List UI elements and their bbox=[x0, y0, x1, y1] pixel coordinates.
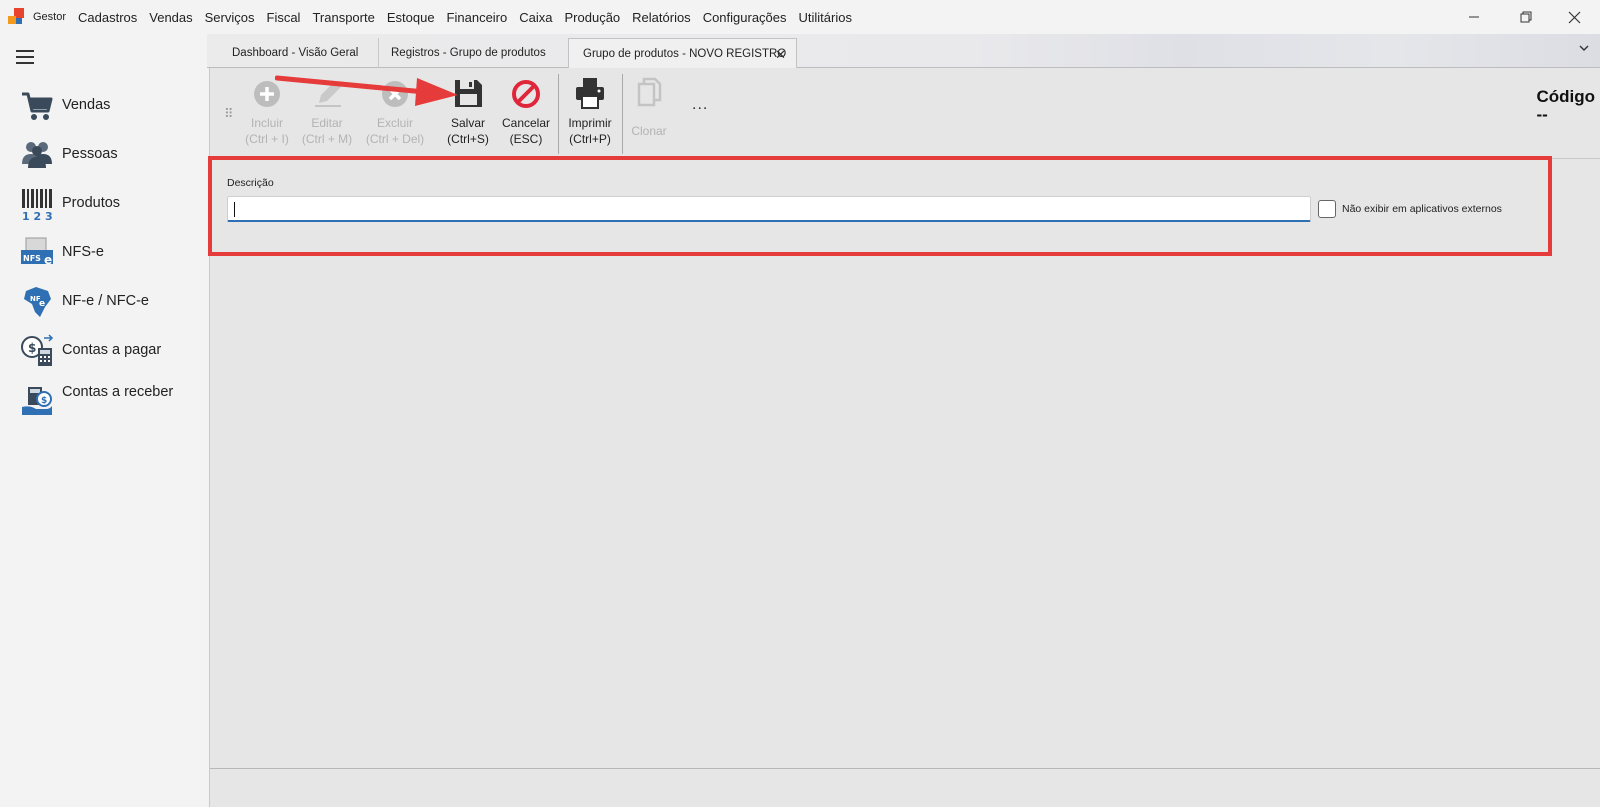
menu-item-configuracoes[interactable]: Configurações bbox=[703, 10, 787, 25]
sidebar-item-label: Pessoas bbox=[62, 146, 118, 162]
toolbar-separator bbox=[558, 74, 559, 154]
menu-item-gestor[interactable]: Gestor bbox=[33, 11, 66, 23]
sidebar-item-vendas[interactable]: Vendas bbox=[20, 89, 200, 123]
button-shortcut: (Ctrl+P) bbox=[569, 132, 611, 146]
minimize-icon bbox=[1469, 16, 1479, 18]
sidebar-item-produtos[interactable]: 1 2 3 Produtos bbox=[20, 187, 200, 221]
menu-item-fiscal[interactable]: Fiscal bbox=[267, 10, 301, 25]
svg-text:e: e bbox=[39, 299, 45, 309]
button-label: Cancelar bbox=[501, 116, 551, 130]
menu-item-utilitarios[interactable]: Utilitários bbox=[799, 10, 852, 25]
app-logo-icon bbox=[8, 8, 24, 24]
menu-item-transporte[interactable]: Transporte bbox=[312, 10, 374, 25]
menu-item-vendas[interactable]: Vendas bbox=[149, 10, 192, 25]
svg-text:1 2 3: 1 2 3 bbox=[22, 210, 53, 221]
close-tab-icon[interactable]: ✕ bbox=[775, 47, 786, 63]
button-label: Incluir bbox=[250, 116, 283, 130]
sidebar: Vendas Pessoas 1 2 3 Produtos NFS e NFS-… bbox=[0, 34, 207, 807]
button-label: Excluir bbox=[376, 116, 413, 130]
button-shortcut: (Ctrl + I) bbox=[245, 132, 289, 146]
close-icon bbox=[1568, 11, 1580, 23]
people-icon bbox=[22, 142, 52, 168]
svg-text:NFS: NFS bbox=[23, 254, 41, 263]
restore-button[interactable] bbox=[1500, 0, 1552, 34]
sidebar-item-contas-receber[interactable]: $ Contas a receber bbox=[20, 383, 200, 417]
button-label: Editar bbox=[311, 116, 343, 130]
tab-dashboard[interactable]: Dashboard - Visão Geral bbox=[207, 38, 379, 68]
button-shortcut: (Ctrl + Del) bbox=[365, 132, 425, 146]
barcode-icon: 1 2 3 bbox=[22, 189, 53, 221]
svg-text:$: $ bbox=[28, 341, 36, 355]
sidebar-item-label: Contas a receber bbox=[62, 384, 174, 400]
sidebar-item-label: NFS-e bbox=[62, 244, 104, 260]
imprimir-button[interactable]: Imprimir (Ctrl+P) bbox=[562, 76, 618, 147]
sidebar-item-pessoas[interactable]: Pessoas bbox=[20, 138, 200, 172]
sidebar-item-label: Produtos bbox=[62, 195, 121, 211]
copy-icon bbox=[637, 77, 662, 107]
receive-money-icon: $ bbox=[22, 387, 52, 415]
sidebar-item-nfse[interactable]: NFS e NFS-e bbox=[20, 236, 200, 270]
nfse-icon: NFS e bbox=[21, 237, 53, 267]
minimize-button[interactable] bbox=[1448, 0, 1500, 34]
button-shortcut: (Ctrl + M) bbox=[301, 132, 353, 146]
calculator-money-icon: $ bbox=[21, 334, 54, 366]
svg-text:$: $ bbox=[41, 396, 47, 406]
annotation-highlight-box bbox=[208, 156, 1552, 256]
button-label: Clonar bbox=[631, 124, 667, 138]
status-bar bbox=[210, 768, 1600, 807]
menu-item-financeiro[interactable]: Financeiro bbox=[447, 10, 508, 25]
menu-item-cadastros[interactable]: Cadastros bbox=[78, 10, 137, 25]
sidebar-item-contas-pagar[interactable]: $ Contas a pagar bbox=[20, 334, 200, 368]
annotation-arrow-icon bbox=[275, 75, 458, 106]
menu-item-caixa[interactable]: Caixa bbox=[519, 10, 552, 25]
tab-label: Dashboard - Visão Geral bbox=[232, 47, 359, 59]
more-options-button[interactable]: ... bbox=[692, 96, 708, 114]
tab-label: Registros - Grupo de produtos bbox=[391, 47, 546, 59]
restore-icon bbox=[1520, 11, 1532, 23]
button-label: Imprimir bbox=[568, 116, 612, 130]
shopping-cart-icon bbox=[22, 92, 53, 120]
close-window-button[interactable] bbox=[1548, 0, 1600, 34]
clonar-button[interactable]: Clonar bbox=[626, 76, 672, 139]
sidebar-item-label: Contas a pagar bbox=[62, 342, 162, 358]
title-bar: Gestor Cadastros Vendas Serviços Fiscal … bbox=[0, 0, 1600, 34]
sidebar-item-label: Vendas bbox=[62, 97, 111, 113]
hamburger-menu-icon[interactable] bbox=[16, 50, 34, 64]
tab-registros[interactable]: Registros - Grupo de produtos bbox=[380, 38, 564, 68]
menu-bar: Gestor Cadastros Vendas Serviços Fiscal … bbox=[33, 0, 864, 34]
button-label: Salvar bbox=[450, 116, 485, 130]
cancel-icon bbox=[512, 80, 540, 108]
menu-item-relatorios[interactable]: Relatórios bbox=[632, 10, 691, 25]
codigo-value: -- bbox=[1536, 105, 1548, 124]
sidebar-item-label: NF-e / NFC-e bbox=[62, 293, 149, 309]
button-shortcut: (Ctrl+S) bbox=[447, 132, 489, 146]
menu-item-servicos[interactable]: Serviços bbox=[205, 10, 255, 25]
menu-item-producao[interactable]: Produção bbox=[565, 10, 621, 25]
button-shortcut: (ESC) bbox=[509, 132, 543, 146]
tab-strip: Dashboard - Visão Geral Registros - Grup… bbox=[207, 34, 1600, 69]
cancelar-button[interactable]: Cancelar (ESC) bbox=[499, 76, 553, 147]
codigo-label: Código bbox=[1536, 87, 1595, 106]
codigo-header: Código -- bbox=[1536, 88, 1595, 124]
chevron-down-icon[interactable] bbox=[1578, 42, 1590, 57]
sidebar-item-nfe[interactable]: NF e NF-e / NFC-e bbox=[20, 285, 200, 319]
tab-novo-registro[interactable]: Grupo de produtos - NOVO REGISTRO ✕ bbox=[568, 38, 797, 69]
toolbar-separator bbox=[622, 74, 623, 154]
nfe-map-icon: NF e bbox=[24, 287, 51, 317]
svg-text:e: e bbox=[44, 253, 52, 267]
tab-label: Grupo de produtos - NOVO REGISTRO bbox=[583, 48, 787, 60]
toolbar-grip-icon[interactable]: ⠿ bbox=[224, 106, 233, 122]
menu-item-estoque[interactable]: Estoque bbox=[387, 10, 435, 25]
printer-icon bbox=[576, 78, 604, 109]
